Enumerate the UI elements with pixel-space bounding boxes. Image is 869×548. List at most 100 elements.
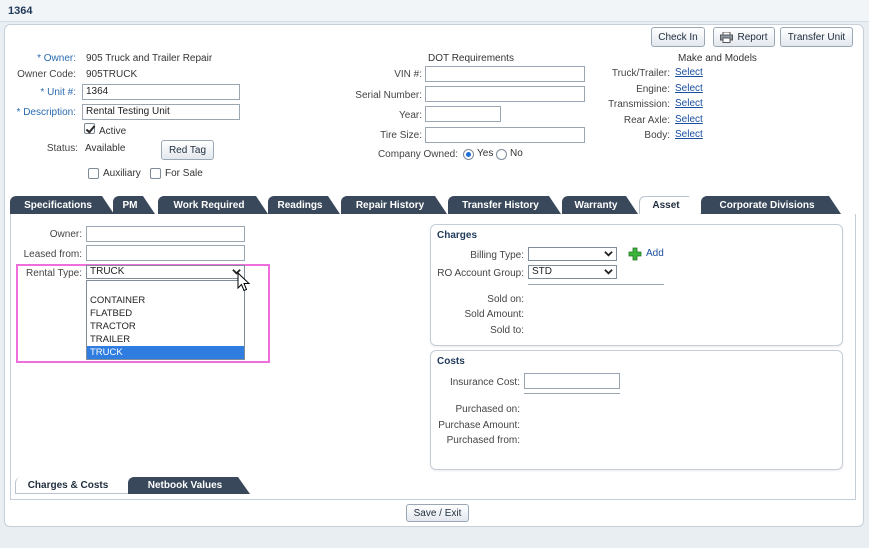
tab-repair-history[interactable]: Repair History [341, 196, 447, 214]
company-owned-yes-label: Yes [477, 148, 494, 159]
add-charge-link[interactable]: Add [646, 248, 664, 259]
engine-label: Engine: [636, 84, 670, 95]
purchase-amount-label: Purchase Amount: [438, 420, 520, 431]
window-titlebar [0, 0, 869, 22]
asset-owner-label: Owner: [49, 229, 82, 240]
active-checkbox[interactable] [84, 123, 95, 134]
engine-select-link[interactable]: Select [675, 83, 703, 94]
transmission-label: Transmission: [608, 99, 670, 110]
ro-account-group-select[interactable]: STD [528, 265, 617, 279]
add-plus-icon[interactable] [628, 247, 642, 261]
report-button[interactable]: Report [713, 27, 775, 47]
billing-type-select[interactable] [528, 247, 617, 261]
ro-account-group-label: RO Account Group: [437, 268, 524, 279]
description-field[interactable]: Rental Testing Unit [82, 104, 240, 120]
leased-from-label: Leased from: [23, 249, 82, 260]
red-tag-label: Red Tag [168, 144, 207, 156]
rental-option-container[interactable]: CONTAINER [87, 294, 244, 307]
description-label: * Description: [4, 107, 76, 118]
unit-number-label: * Unit #: [20, 87, 76, 98]
owner-code-label: Owner Code: [17, 69, 76, 80]
tab-readings[interactable]: Readings [268, 196, 340, 214]
tab-corporate-divisions[interactable]: Corporate Divisions [701, 196, 841, 214]
rental-option-tractor[interactable]: TRACTOR [87, 320, 244, 333]
dot-requirements-heading: DOT Requirements [428, 53, 514, 64]
owner-label: * Owner: [20, 53, 76, 64]
unit-number-field[interactable]: 1364 [82, 84, 240, 100]
tab-transfer-history[interactable]: Transfer History [448, 196, 561, 214]
owner-value: 905 Truck and Trailer Repair [86, 53, 213, 64]
rear-axle-label: Rear Axle: [623, 115, 670, 126]
leased-from-field[interactable] [86, 245, 245, 261]
for-sale-checkbox[interactable] [150, 168, 161, 179]
year-label: Year: [399, 110, 422, 121]
save-exit-button[interactable]: Save / Exit [406, 504, 469, 522]
vin-field[interactable] [425, 66, 585, 82]
body-label: Body: [644, 130, 670, 141]
purchased-from-label: Purchased from: [446, 435, 520, 446]
sold-to-label: Sold to: [490, 325, 524, 336]
tab-netbook-values[interactable]: Netbook Values [128, 477, 250, 494]
vin-label: VIN #: [394, 69, 422, 80]
tab-work-required[interactable]: Work Required [158, 196, 268, 214]
tab-warranty[interactable]: Warranty [562, 196, 638, 214]
check-in-button[interactable]: Check In [651, 27, 705, 47]
auxiliary-label: Auxiliary [103, 168, 141, 179]
sold-amount-label: Sold Amount: [464, 309, 524, 320]
transmission-select-link[interactable]: Select [675, 98, 703, 109]
billing-type-label: Billing Type: [470, 250, 524, 261]
serial-number-field[interactable] [425, 86, 585, 102]
make-models-heading: Make and Models [678, 53, 757, 64]
owner-code-value: 905TRUCK [86, 69, 138, 80]
company-owned-label: Company Owned: [377, 149, 458, 160]
save-exit-label: Save / Exit [413, 507, 462, 519]
serial-number-label: Serial Number: [355, 90, 422, 101]
truck-trailer-select-link[interactable]: Select [675, 67, 703, 78]
rental-option-trailer[interactable]: TRAILER [87, 333, 244, 346]
red-tag-button[interactable]: Red Tag [161, 140, 214, 160]
chevron-down-icon [604, 251, 613, 257]
company-owned-no-label: No [510, 148, 523, 159]
owner-label-text: * Owner: [37, 53, 76, 64]
chevron-down-icon [604, 269, 613, 275]
check-in-label: Check In [658, 31, 698, 43]
asset-owner-field[interactable] [86, 226, 245, 242]
year-field[interactable] [425, 106, 501, 122]
report-label: Report [737, 31, 768, 43]
company-owned-no-radio[interactable] [496, 149, 507, 160]
rental-option-truck[interactable]: TRUCK [87, 346, 244, 359]
rental-type-label: Rental Type: [26, 268, 82, 279]
body-select-link[interactable]: Select [675, 129, 703, 140]
status-value: Available [85, 143, 126, 154]
costs-divider [524, 393, 620, 394]
transfer-unit-label: Transfer Unit [787, 31, 846, 43]
insurance-cost-label: Insurance Cost: [449, 377, 520, 388]
window-title: 1364 [8, 5, 33, 17]
insurance-cost-field[interactable] [524, 373, 620, 389]
truck-trailer-label: Truck/Trailer: [611, 68, 670, 79]
active-label: Active [99, 126, 127, 137]
auxiliary-checkbox[interactable] [88, 168, 99, 179]
rental-option-flatbed[interactable]: FLATBED [87, 307, 244, 320]
tab-specifications[interactable]: Specifications [10, 196, 114, 214]
tire-size-field[interactable] [425, 127, 585, 143]
charges-divider [528, 284, 664, 285]
for-sale-label: For Sale [165, 168, 203, 179]
purchased-on-label: Purchased on: [455, 404, 521, 415]
rear-axle-select-link[interactable]: Select [675, 114, 703, 125]
mouse-cursor-icon [237, 272, 251, 292]
status-label: Status: [46, 143, 78, 154]
unit-number-label-text: * Unit #: [40, 87, 76, 98]
company-owned-yes-radio[interactable] [463, 149, 474, 160]
rental-type-select[interactable]: TRUCK [86, 265, 245, 279]
rental-type-value: TRUCK [90, 266, 125, 277]
rental-type-dropdown: CONTAINER FLATBED TRACTOR TRAILER TRUCK [86, 280, 245, 360]
costs-title: Costs [437, 356, 465, 367]
sold-on-label: Sold on: [487, 294, 524, 305]
printer-icon [720, 31, 734, 43]
transfer-unit-button[interactable]: Transfer Unit [780, 27, 853, 47]
charges-title: Charges [437, 230, 478, 241]
description-label-text: * Description: [16, 107, 76, 118]
tab-charges-costs[interactable]: Charges & Costs [15, 477, 129, 494]
tire-size-label: Tire Size: [380, 130, 422, 141]
